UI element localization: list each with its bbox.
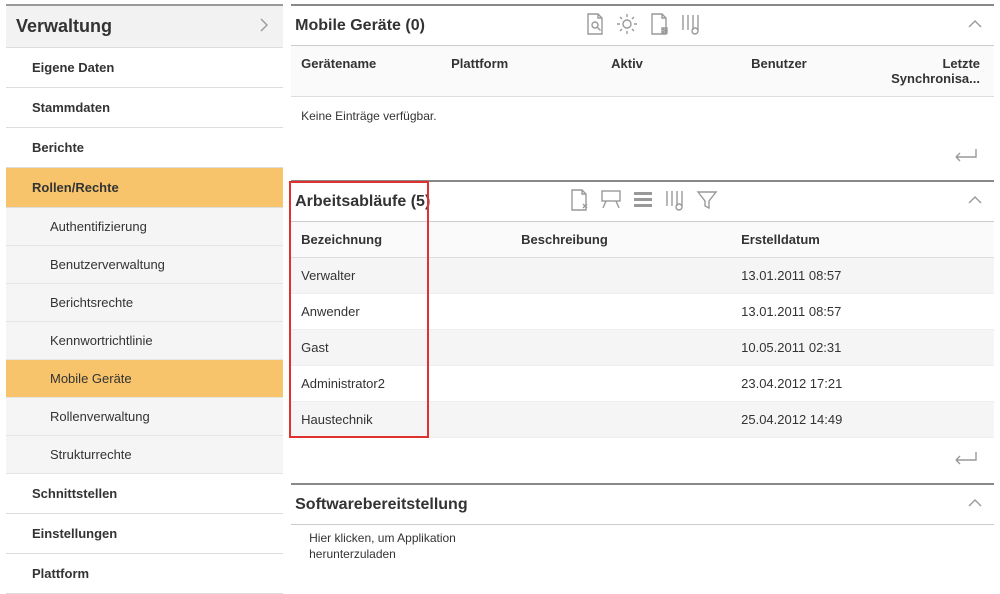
list-icon[interactable]	[630, 187, 656, 216]
th-platform[interactable]: Plattform	[441, 46, 601, 96]
devices-table-head: Gerätename Plattform Aktiv Benutzer Letz…	[291, 46, 994, 97]
cell-desc	[511, 294, 731, 329]
sidebar-item-schnittstellen[interactable]: Schnittstellen	[6, 474, 283, 514]
columns-config-icon[interactable]	[662, 187, 688, 216]
sidebar-item-eigenedaten[interactable]: Eigene Daten	[6, 48, 283, 88]
sidebar-item-berichte[interactable]: Berichte	[6, 128, 283, 168]
cell-date: 13.01.2011 08:57	[731, 294, 994, 329]
table-row[interactable]: Administrator2 23.04.2012 17:21	[291, 366, 994, 402]
devices-empty-msg: Keine Einträge verfügbar.	[291, 97, 994, 135]
devices-return-row	[291, 135, 994, 174]
panel-devices: Mobile Geräte (0) Gerätename Plattform A…	[291, 4, 994, 174]
sidebar-item-plattform[interactable]: Plattform	[6, 554, 283, 594]
workflows-return-row	[291, 438, 994, 477]
assign-icon[interactable]	[598, 187, 624, 216]
th-lastsync[interactable]: Letzte Synchronisa...	[881, 46, 994, 96]
panel-workflows-toolbar	[566, 187, 720, 216]
th-created[interactable]: Erstelldatum	[731, 222, 994, 257]
main-content: Mobile Geräte (0) Gerätename Plattform A…	[287, 0, 1000, 594]
sidebar-sub-benutzerverwaltung[interactable]: Benutzerverwaltung	[6, 246, 283, 284]
download-hint[interactable]: Hier klicken, um Applikation herunterzul…	[291, 525, 491, 572]
cell-name: Verwalter	[291, 258, 511, 293]
table-row[interactable]: Haustechnik 25.04.2012 14:49	[291, 402, 994, 438]
filter-icon[interactable]	[694, 187, 720, 216]
new-doc-icon[interactable]	[566, 187, 592, 216]
sidebar-sub-rollenverwaltung[interactable]: Rollenverwaltung	[6, 398, 283, 436]
sidebar-sub-berichtsrechte[interactable]: Berichtsrechte	[6, 284, 283, 322]
cell-name: Administrator2	[291, 366, 511, 401]
sidebar-item-stammdaten[interactable]: Stammdaten	[6, 88, 283, 128]
collapse-icon[interactable]	[966, 496, 984, 513]
sidebar-sub-authentifizierung[interactable]: Authentifizierung	[6, 208, 283, 246]
workflows-body: Bezeichnung Beschreibung Erstelldatum Ve…	[291, 222, 994, 438]
cell-name: Gast	[291, 330, 511, 365]
panel-software: Softwarebereitstellung Hier klicken, um …	[291, 483, 994, 572]
cell-date: 10.05.2011 02:31	[731, 330, 994, 365]
cell-date: 23.04.2012 17:21	[731, 366, 994, 401]
th-desc[interactable]: Beschreibung	[511, 222, 731, 257]
columns-config-icon[interactable]	[678, 11, 704, 40]
panel-workflows: Arbeitsabläufe (5) Bezeichnung Beschreib…	[291, 180, 994, 477]
cell-date: 25.04.2012 14:49	[731, 402, 994, 437]
panel-devices-title: Mobile Geräte (0)	[295, 17, 425, 35]
table-row[interactable]: Verwalter 13.01.2011 08:57	[291, 258, 994, 294]
sidebar: Verwaltung Eigene Daten Stammdaten Beric…	[6, 4, 283, 594]
th-label[interactable]: Bezeichnung	[291, 222, 511, 257]
delete-doc-icon[interactable]	[646, 11, 672, 40]
workflows-table-head: Bezeichnung Beschreibung Erstelldatum	[291, 222, 994, 258]
panel-software-header: Softwarebereitstellung	[291, 485, 994, 525]
panel-devices-header: Mobile Geräte (0)	[291, 6, 994, 46]
chevron-right-icon[interactable]	[257, 16, 271, 37]
cell-desc	[511, 366, 731, 401]
cell-name: Anwender	[291, 294, 511, 329]
cell-name: Haustechnik	[291, 402, 511, 437]
sidebar-sub-mobilegeraete[interactable]: Mobile Geräte	[6, 360, 283, 398]
sidebar-item-einstellungen[interactable]: Einstellungen	[6, 514, 283, 554]
collapse-icon[interactable]	[966, 17, 984, 34]
th-devicename[interactable]: Gerätename	[291, 46, 441, 96]
th-active[interactable]: Aktiv	[601, 46, 741, 96]
cell-date: 13.01.2011 08:57	[731, 258, 994, 293]
collapse-icon[interactable]	[966, 193, 984, 210]
return-icon[interactable]	[950, 145, 980, 168]
sidebar-sub-kennwortrichtlinie[interactable]: Kennwortrichtlinie	[6, 322, 283, 360]
sidebar-item-rollenrechte[interactable]: Rollen/Rechte	[6, 168, 283, 208]
panel-software-title: Softwarebereitstellung	[295, 496, 467, 514]
panel-workflows-title: Arbeitsabläufe (5)	[295, 193, 430, 211]
sidebar-header: Verwaltung	[6, 6, 283, 48]
table-row[interactable]: Anwender 13.01.2011 08:57	[291, 294, 994, 330]
panel-devices-toolbar	[582, 11, 704, 40]
cell-desc	[511, 402, 731, 437]
return-icon[interactable]	[950, 448, 980, 471]
sidebar-sub-strukturrechte[interactable]: Strukturrechte	[6, 436, 283, 474]
panel-workflows-header: Arbeitsabläufe (5)	[291, 182, 994, 222]
sidebar-title: Verwaltung	[16, 16, 112, 37]
cell-desc	[511, 258, 731, 293]
cell-desc	[511, 330, 731, 365]
th-user[interactable]: Benutzer	[741, 46, 881, 96]
search-doc-icon[interactable]	[582, 11, 608, 40]
table-row[interactable]: Gast 10.05.2011 02:31	[291, 330, 994, 366]
gear-icon[interactable]	[614, 11, 640, 40]
